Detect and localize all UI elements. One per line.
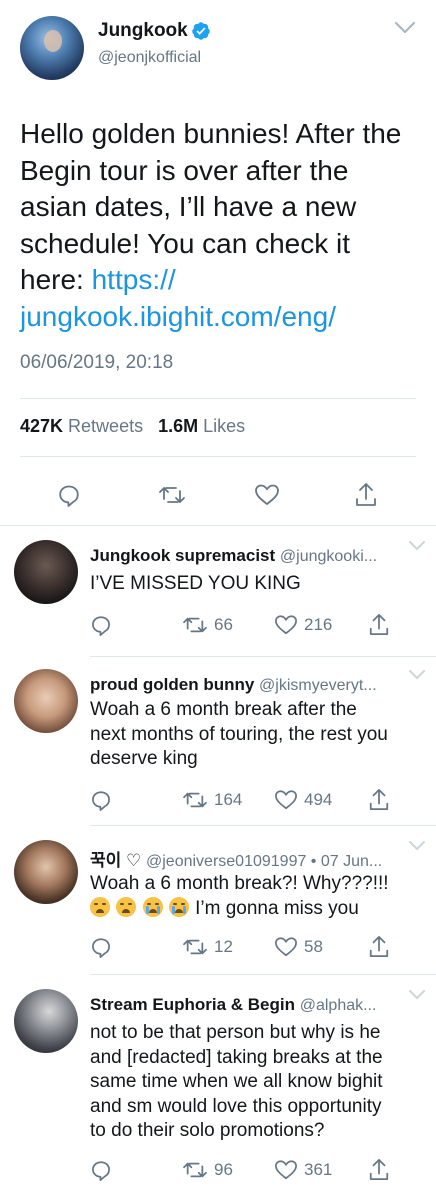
reply-author-handle[interactable]: @alphak... bbox=[300, 997, 377, 1014]
reply-avatar[interactable] bbox=[14, 840, 78, 904]
heart-symbol-icon: ♡ bbox=[126, 851, 142, 870]
chevron-down-icon[interactable] bbox=[408, 840, 426, 852]
divider bbox=[20, 398, 416, 399]
tweet-timestamp: 06/06/2019, 20:18 bbox=[20, 352, 174, 373]
divider bbox=[20, 456, 416, 457]
like-heart-icon[interactable] bbox=[254, 483, 280, 507]
reply-actions: 12 58 bbox=[0, 936, 436, 960]
reply-tweet[interactable]: Stream Euphoria & Begin @alphak... not t… bbox=[0, 975, 436, 1200]
retweet-button[interactable]: 12 bbox=[182, 936, 233, 958]
verified-badge-icon bbox=[192, 22, 210, 40]
tired-face-emoji-icon bbox=[90, 896, 110, 917]
reply-text: I’VE MISSED YOU KING bbox=[90, 573, 301, 594]
like-heart-icon bbox=[275, 790, 297, 810]
retweet-icon bbox=[183, 617, 207, 633]
reply-author-handle[interactable]: @jeoniverse01091997 • 07 Jun... bbox=[146, 853, 382, 870]
crying-face-emoji-icon bbox=[142, 896, 163, 917]
author-avatar[interactable] bbox=[20, 16, 84, 80]
retweets-label[interactable]: Retweets bbox=[68, 416, 143, 436]
reply-icon[interactable] bbox=[90, 936, 112, 958]
retweet-icon bbox=[183, 939, 207, 955]
author-handle[interactable]: @jeonjkofficial bbox=[98, 49, 201, 67]
reply-author-name[interactable]: proud golden bunny bbox=[90, 675, 254, 694]
reply-icon[interactable] bbox=[57, 483, 81, 507]
retweet-button[interactable]: 66 bbox=[182, 614, 233, 636]
like-count: 361 bbox=[304, 1160, 333, 1179]
reply-avatar[interactable] bbox=[14, 989, 78, 1053]
reply-author[interactable]: proud golden bunny @jkismyeveryt... bbox=[90, 675, 377, 695]
reply-actions: 164 494 bbox=[0, 789, 436, 813]
chevron-down-icon[interactable] bbox=[394, 20, 416, 36]
retweet-icon bbox=[183, 792, 207, 808]
like-heart-icon bbox=[275, 615, 297, 635]
retweets-count[interactable]: 427K bbox=[20, 416, 63, 436]
reply-actions: 96 361 bbox=[0, 1159, 436, 1183]
reply-author[interactable]: Stream Euphoria & Begin @alphak... bbox=[90, 995, 376, 1015]
reply-icon[interactable] bbox=[90, 1159, 112, 1181]
tweet-text: Hello golden bunnies! After the Begin to… bbox=[20, 116, 420, 335]
likes-count[interactable]: 1.6M bbox=[158, 416, 198, 436]
like-button[interactable]: 361 bbox=[274, 1159, 332, 1181]
like-button[interactable]: 58 bbox=[274, 936, 323, 958]
share-icon[interactable] bbox=[368, 1158, 390, 1182]
reply-tweet[interactable]: 꾹이 ♡ @jeoniverse01091997 • 07 Jun... Woa… bbox=[0, 826, 436, 974]
tired-face-emoji-icon bbox=[116, 896, 137, 917]
reply-author-handle[interactable]: @jkismyeveryt... bbox=[259, 677, 377, 694]
like-count: 494 bbox=[304, 790, 333, 809]
tweet-link-continued[interactable]: jungkook.ibighit.com/eng/ bbox=[20, 299, 420, 336]
like-button[interactable]: 494 bbox=[274, 789, 332, 811]
chevron-down-icon[interactable] bbox=[408, 669, 426, 681]
share-icon[interactable] bbox=[368, 613, 390, 637]
likes-label[interactable]: Likes bbox=[203, 416, 245, 436]
reply-actions: 66 216 bbox=[0, 614, 436, 638]
tweet-actions bbox=[0, 480, 436, 510]
tweet-link[interactable]: https:// bbox=[92, 264, 176, 295]
reply-author-name[interactable]: Jungkook supremacist bbox=[90, 546, 275, 565]
share-icon[interactable] bbox=[368, 788, 390, 812]
reply-icon[interactable] bbox=[90, 789, 112, 811]
retweet-button[interactable]: 96 bbox=[182, 1159, 233, 1181]
share-icon[interactable] bbox=[354, 482, 378, 508]
tweet-stats: 427K Retweets 1.6M Likes bbox=[20, 416, 245, 437]
like-heart-icon bbox=[275, 937, 297, 957]
retweet-button[interactable]: 164 bbox=[182, 789, 242, 811]
like-heart-icon bbox=[275, 1160, 297, 1180]
retweet-icon bbox=[183, 1162, 207, 1178]
chevron-down-icon[interactable] bbox=[408, 989, 426, 1001]
like-count: 58 bbox=[304, 937, 323, 956]
reply-text: Woah a 6 month break?! Why???!!! I’m gon… bbox=[90, 873, 389, 919]
chevron-down-icon[interactable] bbox=[408, 540, 426, 552]
retweet-count: 96 bbox=[214, 1160, 233, 1179]
reply-icon[interactable] bbox=[90, 614, 112, 636]
author-name[interactable]: Jungkook bbox=[98, 20, 188, 42]
reply-author-name[interactable]: Stream Euphoria & Begin bbox=[90, 995, 295, 1014]
reply-text: not to be that person but why is he and … bbox=[90, 1022, 383, 1141]
like-button[interactable]: 216 bbox=[274, 614, 332, 636]
reply-avatar[interactable] bbox=[14, 540, 78, 604]
share-icon[interactable] bbox=[368, 935, 390, 959]
reply-author[interactable]: Jungkook supremacist @jungkooki... bbox=[90, 546, 377, 566]
retweet-count: 66 bbox=[214, 615, 233, 634]
retweet-count: 12 bbox=[214, 937, 233, 956]
reply-author-name[interactable]: 꾹이 bbox=[90, 851, 121, 870]
retweet-count: 164 bbox=[214, 790, 243, 809]
main-tweet: Jungkook @jeonjkofficial Hello golden bu… bbox=[0, 0, 436, 525]
reply-text: Woah a 6 month break after the next mont… bbox=[90, 699, 388, 769]
like-count: 216 bbox=[304, 615, 333, 634]
reply-author[interactable]: 꾹이 ♡ @jeoniverse01091997 • 07 Jun... bbox=[90, 846, 382, 871]
reply-avatar[interactable] bbox=[14, 669, 78, 733]
crying-face-emoji-icon bbox=[168, 896, 189, 917]
reply-author-handle[interactable]: @jungkooki... bbox=[280, 548, 377, 565]
retweet-icon[interactable] bbox=[158, 483, 186, 507]
reply-tweet[interactable]: proud golden bunny @jkismyeveryt... Woah… bbox=[0, 657, 436, 825]
reply-tweet[interactable]: Jungkook supremacist @jungkooki... I’VE … bbox=[0, 526, 436, 656]
